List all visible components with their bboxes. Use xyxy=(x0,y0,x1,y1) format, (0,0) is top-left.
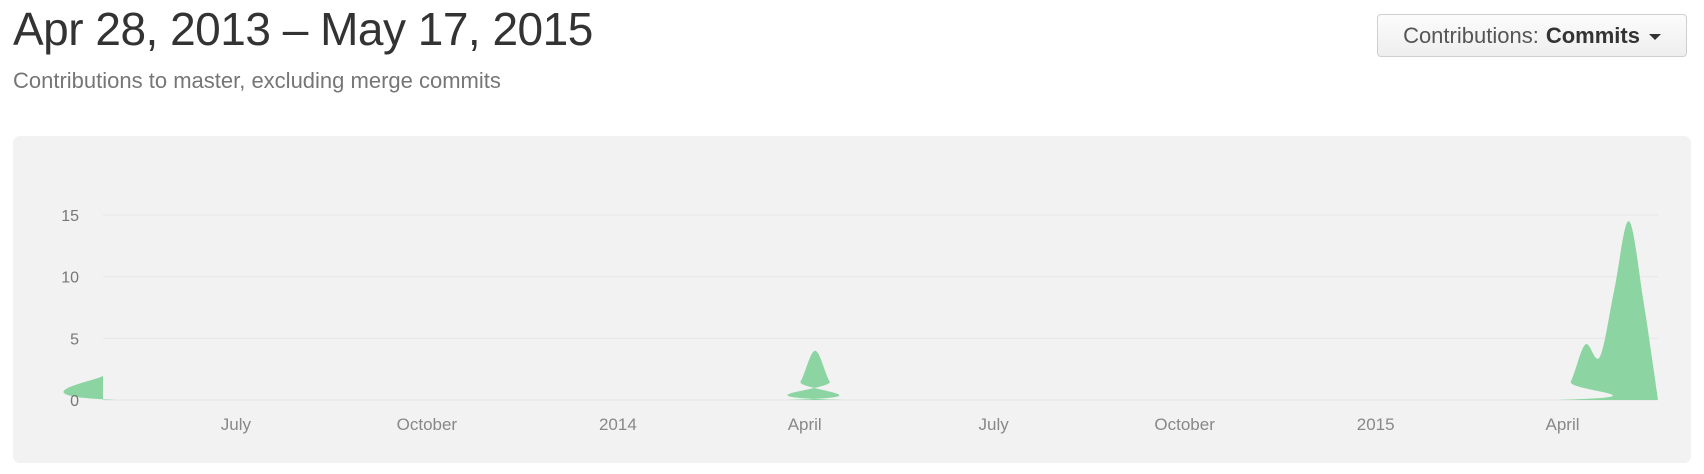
x-tick-label: July xyxy=(979,415,1010,434)
x-tick-label: April xyxy=(788,415,822,434)
x-tick-label: October xyxy=(1154,415,1215,434)
page-title: Apr 28, 2013 – May 17, 2015 xyxy=(13,3,593,55)
dropdown-value: Commits xyxy=(1545,22,1640,48)
grid-layer xyxy=(103,214,1658,401)
x-tick-label: October xyxy=(397,415,458,434)
contributions-chart: 0 5 10 15 July October 2014 April July October 20… xyxy=(61,208,1659,434)
y-tick-label: 5 xyxy=(70,331,79,348)
x-tick-label: July xyxy=(221,415,252,434)
x-tick-label: April xyxy=(1545,415,1579,434)
y-axis: 0 5 10 15 xyxy=(61,208,79,410)
y-tick-label: 10 xyxy=(61,270,79,287)
contributions-dropdown[interactable]: Contributions: Commits xyxy=(1377,14,1687,57)
y-tick-label: 15 xyxy=(61,208,79,225)
x-axis: July October 2014 April July October 2015 April xyxy=(221,415,1580,434)
x-tick-label: 2014 xyxy=(599,415,637,434)
series-area-0 xyxy=(63,221,1659,400)
dropdown-label: Contributions: xyxy=(1403,22,1539,48)
chart-panel: 0 5 10 15 July October 2014 April July October 20… xyxy=(13,136,1691,463)
y-tick-label: 0 xyxy=(70,393,79,410)
x-tick-label: 2015 xyxy=(1357,415,1395,434)
area-layer xyxy=(63,221,1659,400)
page-subtitle: Contributions to master, excluding merge… xyxy=(13,68,501,93)
caret-down-icon xyxy=(1648,34,1661,40)
